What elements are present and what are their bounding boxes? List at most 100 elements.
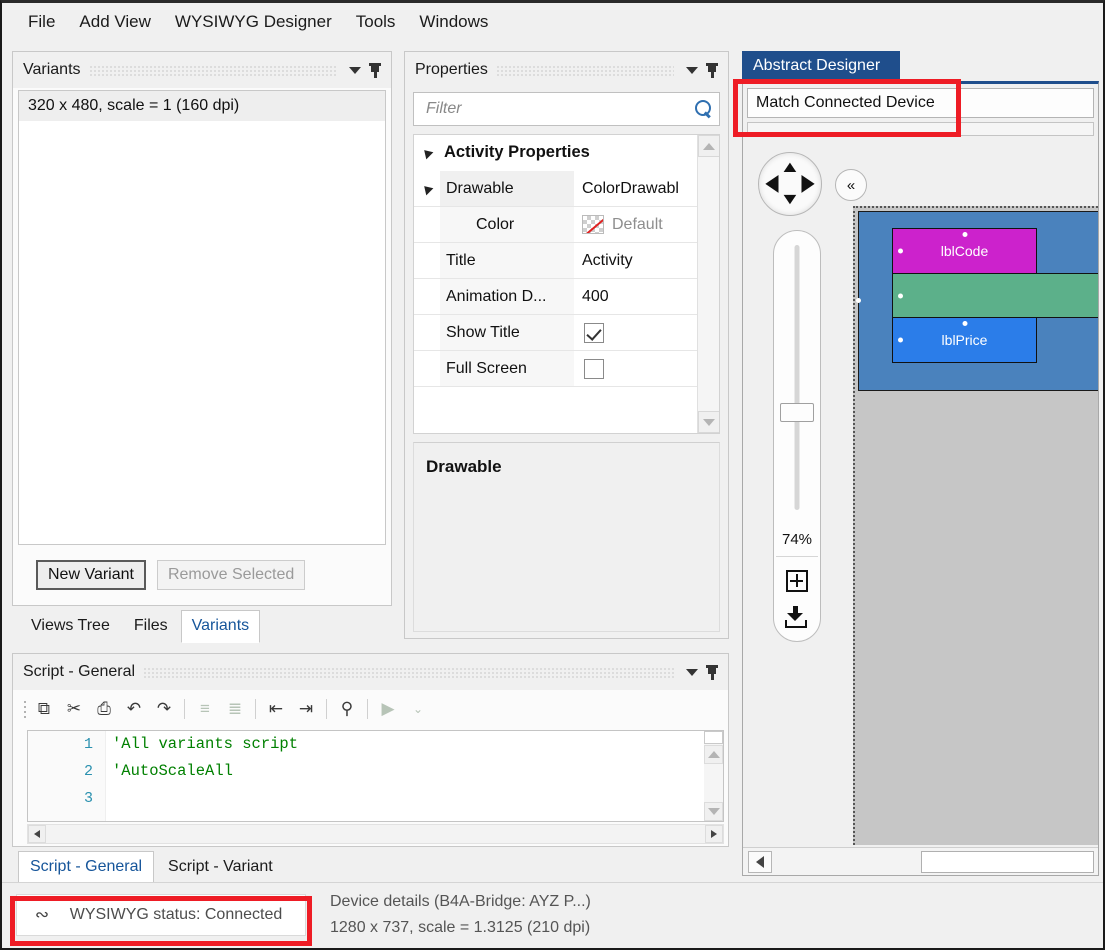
code-line[interactable]: 'All variants script — [112, 731, 298, 758]
find-icon[interactable]: ⚲ — [332, 694, 362, 724]
scroll-left-button[interactable] — [748, 850, 772, 873]
properties-grid: Activity Properties Drawable ColorDrawab… — [413, 134, 720, 434]
uncomment-icon[interactable]: ≣ — [220, 694, 250, 724]
variants-list[interactable]: 320 x 480, scale = 1 (160 dpi) — [18, 90, 386, 545]
toolbar-grip[interactable] — [21, 698, 29, 720]
resize-handle[interactable] — [898, 337, 903, 343]
activity-properties-label: Activity Properties — [440, 135, 719, 170]
panel-pin-icon[interactable] — [702, 662, 722, 682]
arrow-left-icon[interactable]: ◀ — [766, 173, 778, 195]
code-line[interactable]: 'AutoScaleAll — [112, 758, 233, 785]
color-swatch-icon — [582, 215, 604, 234]
abstract-designer-panel: Match Connected Device ▲ ▼ ◀ ▶ « 74% lbl… — [742, 81, 1099, 876]
scroll-right-button[interactable] — [705, 825, 723, 843]
redo-icon[interactable]: ↷ — [149, 694, 179, 724]
code-horizontal-scrollbar[interactable] — [27, 824, 724, 844]
code-vertical-scrollbar[interactable] — [704, 731, 723, 821]
expand-triangle-icon[interactable] — [414, 171, 440, 206]
scroll-down-button[interactable] — [698, 411, 719, 433]
panel-pin-icon[interactable] — [365, 60, 385, 80]
run-icon[interactable]: ▶ — [373, 694, 403, 724]
full-screen-checkbox[interactable] — [584, 358, 604, 379]
resize-handle[interactable] — [962, 232, 967, 237]
scroll-up-button[interactable] — [704, 745, 723, 764]
tab-files[interactable]: Files — [123, 610, 179, 643]
view-lblCode[interactable]: lblCode — [892, 228, 1037, 274]
menu-item-wysiwyg-designer[interactable]: WYSIWYG Designer — [163, 10, 344, 34]
line-number: 2 — [83, 763, 93, 780]
menu-item-add-view[interactable]: Add View — [67, 10, 163, 34]
activity-root-view[interactable]: lblCode lblPrice — [856, 211, 1098, 391]
collapse-toolbar-button[interactable]: « — [835, 169, 867, 201]
outdent-icon[interactable]: ⇤ — [261, 694, 291, 724]
device-details-line1: Device details (B4A-Bridge: AYZ P...) — [330, 893, 591, 910]
filter-input[interactable] — [424, 99, 693, 119]
tab-script-variant[interactable]: Script - Variant — [156, 851, 285, 884]
menu-item-windows[interactable]: Windows — [407, 10, 500, 34]
comment-icon[interactable]: ≡ — [190, 694, 220, 724]
property-name-title: Title — [440, 243, 574, 278]
fit-to-screen-button[interactable] — [783, 567, 811, 595]
view-lblPrice[interactable]: lblPrice — [892, 317, 1037, 363]
panel-menu-chevron-down-icon[interactable] — [345, 60, 365, 80]
remove-selected-button[interactable]: Remove Selected — [156, 560, 306, 590]
copy-icon[interactable]: ⧉ — [29, 694, 59, 724]
zoom-slider-control[interactable]: 74% — [773, 230, 821, 642]
table-row[interactable]: Full Screen — [414, 351, 719, 387]
resize-handle[interactable] — [962, 321, 967, 326]
overflow-icon[interactable]: ⌄ — [403, 694, 433, 724]
scroll-down-button[interactable] — [704, 802, 723, 821]
designer-canvas[interactable]: lblCode lblPrice — [853, 206, 1098, 845]
save-snapshot-button[interactable] — [783, 603, 811, 631]
zoom-slider-thumb[interactable] — [780, 403, 814, 422]
view-panel[interactable] — [892, 273, 1098, 318]
table-row[interactable]: Color Default — [414, 207, 719, 243]
menu-item-file[interactable]: File — [16, 10, 67, 34]
panel-pin-icon[interactable] — [702, 60, 722, 80]
scroll-thumb[interactable] — [921, 851, 1094, 873]
tab-variants[interactable]: Variants — [180, 610, 261, 643]
tab-abstract-designer[interactable]: Abstract Designer — [742, 51, 900, 81]
table-row[interactable]: Drawable ColorDrawabl — [414, 171, 719, 207]
tab-views-tree[interactable]: Views Tree — [20, 610, 121, 643]
scroll-up-button[interactable] — [698, 135, 719, 157]
variants-panel-header: Variants — [13, 52, 391, 88]
zoom-slider-rail[interactable] — [794, 245, 800, 510]
arrow-up-icon[interactable]: ▲ — [779, 160, 800, 176]
undo-icon[interactable]: ↶ — [119, 694, 149, 724]
wysiwyg-status-button[interactable]: ∾ WYSIWYG status: Connected — [16, 894, 306, 936]
script-code-editor[interactable]: 1 2 3 'All variants script 'AutoScaleAll — [27, 730, 724, 822]
new-variant-button[interactable]: New Variant — [36, 560, 146, 590]
menu-item-tools[interactable]: Tools — [344, 10, 408, 34]
table-row[interactable]: Title Activity — [414, 243, 719, 279]
view-label: lblPrice — [941, 332, 988, 348]
panel-menu-chevron-down-icon[interactable] — [682, 60, 702, 80]
view-label: lblCode — [940, 243, 989, 259]
properties-group-header[interactable]: Activity Properties — [414, 135, 719, 171]
device-selector-dropdown[interactable]: Match Connected Device — [747, 88, 1094, 118]
resize-handle[interactable] — [898, 293, 903, 298]
paste-icon[interactable]: ⎙ — [89, 694, 119, 724]
arrow-right-icon[interactable]: ▶ — [802, 173, 814, 195]
tab-script-general[interactable]: Script - General — [18, 851, 155, 884]
expand-triangle-icon[interactable] — [414, 135, 440, 170]
indent-icon[interactable]: ⇥ — [291, 694, 321, 724]
arrow-down-icon[interactable]: ▼ — [779, 192, 800, 208]
table-row[interactable]: Show Title — [414, 315, 719, 351]
pan-navigation-pad[interactable]: ▲ ▼ ◀ ▶ — [758, 152, 822, 216]
properties-scrollbar[interactable] — [697, 135, 719, 433]
panel-menu-chevron-down-icon[interactable] — [682, 662, 702, 682]
resize-handle[interactable] — [856, 298, 861, 303]
cut-icon[interactable]: ✂ — [59, 694, 89, 724]
search-icon[interactable] — [693, 99, 713, 119]
list-item[interactable]: 320 x 480, scale = 1 (160 dpi) — [19, 91, 385, 121]
table-row[interactable]: Animation D... 400 — [414, 279, 719, 315]
show-title-checkbox[interactable] — [584, 322, 604, 343]
resize-handle[interactable] — [898, 248, 903, 254]
property-name-color: Color — [440, 207, 574, 242]
property-name-show-title: Show Title — [440, 315, 574, 350]
designer-horizontal-scrollbar[interactable] — [743, 847, 1098, 875]
scroll-left-button[interactable] — [28, 825, 46, 843]
